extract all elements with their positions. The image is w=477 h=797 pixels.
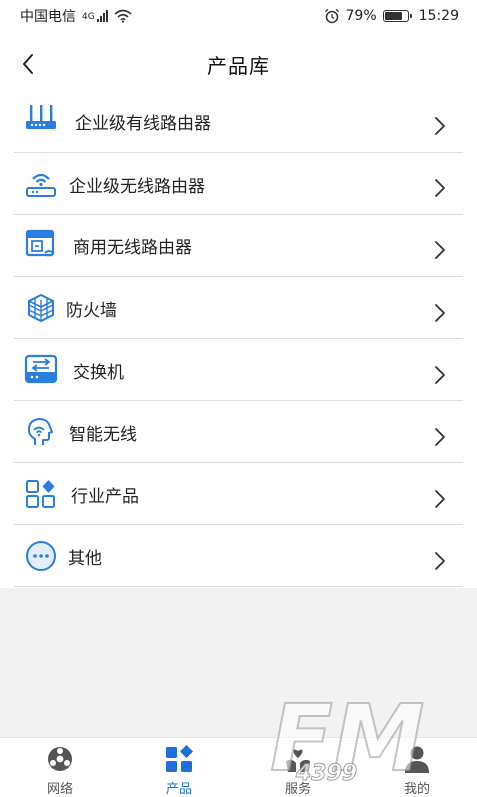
list-item-wired-router[interactable]: 企业级有线路由器 [14,96,463,153]
firewall-icon [24,291,58,325]
list-item-smart-wireless[interactable]: 智能无线 [14,401,463,463]
item-label: 行业产品 [71,487,139,507]
item-label: 企业级有线路由器 [75,114,211,134]
item-label: 商用无线路由器 [73,238,192,258]
tab-products[interactable]: 产品 [139,738,219,797]
clock-time: 15:29 [418,8,459,24]
chevron-right-icon [435,304,445,322]
chevron-left-icon [23,54,33,74]
chevron-right-icon [435,179,445,197]
switch-icon [24,352,58,386]
wifi-icon [114,9,132,23]
item-label: 其他 [68,549,102,569]
signal-icon [96,10,108,22]
nav-bar: 产品库 [0,32,477,96]
commercial-router-icon [24,227,58,261]
list-item-other[interactable]: 其他 [14,525,463,587]
list-item-commercial-router[interactable]: 商用无线路由器 [14,215,463,277]
tab-profile[interactable]: 我的 [377,738,457,797]
tab-label: 服务 [284,782,311,797]
item-label: 智能无线 [69,425,137,445]
back-button[interactable] [12,48,44,80]
tab-label: 产品 [165,782,192,797]
profile-icon [405,746,429,773]
item-label: 企业级无线路由器 [69,177,205,197]
wired-router-icon [24,101,58,135]
chevron-right-icon [435,117,445,135]
tab-network[interactable]: 网络 [20,738,100,797]
service-hands-icon [286,749,310,772]
alarm-icon [324,8,339,24]
list-item-firewall[interactable]: 防火墙 [14,277,463,339]
status-left: 中国电信 4G [20,6,132,26]
network-type: 4G [82,12,95,22]
wireless-router-icon [24,167,58,201]
tab-label: 我的 [403,782,430,797]
tab-bar: 网络 产品 服务 我的 [0,737,477,797]
smart-wireless-icon [24,415,58,449]
carrier-name: 中国电信 [20,9,76,25]
chevron-right-icon [435,241,445,259]
industry-apps-icon [24,477,58,511]
list-item-industry-products[interactable]: 行业产品 [14,463,463,525]
list-item-wireless-router[interactable]: 企业级无线路由器 [14,153,463,215]
item-label: 交换机 [73,363,124,383]
status-right: 79% 15:29 [324,8,459,24]
battery-icon [382,10,412,22]
item-label: 防火墙 [66,301,117,321]
status-bar: 中国电信 4G 79% 15:29 [0,0,477,32]
chevron-right-icon [435,428,445,446]
chevron-right-icon [435,366,445,384]
list-item-switch[interactable]: 交换机 [14,339,463,401]
tab-label: 网络 [46,782,73,797]
network-icon [48,747,72,771]
chevron-right-icon [435,490,445,508]
products-grid-icon [166,745,193,772]
more-dots-icon [24,539,58,573]
tab-service[interactable]: 服务 [258,738,338,797]
product-list: 企业级有线路由器 企业级无线路由器 商用无线路由器 防火墙 交换机 智能无线 行… [0,96,477,588]
chevron-right-icon [435,552,445,570]
battery-percent: 79% [345,8,377,24]
page-title: 产品库 [207,53,270,78]
